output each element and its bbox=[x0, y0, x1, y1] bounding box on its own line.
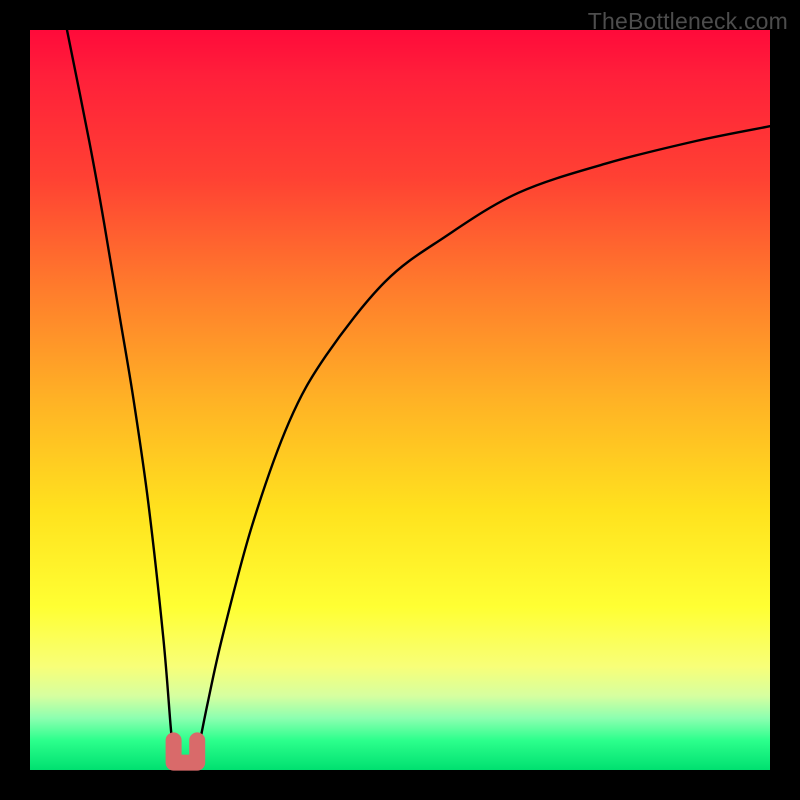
curve-right-branch bbox=[197, 126, 770, 755]
curve-left-branch bbox=[67, 30, 174, 755]
bottleneck-curve-svg bbox=[30, 30, 770, 770]
minimum-marker bbox=[174, 740, 198, 762]
watermark-text: TheBottleneck.com bbox=[588, 8, 788, 35]
